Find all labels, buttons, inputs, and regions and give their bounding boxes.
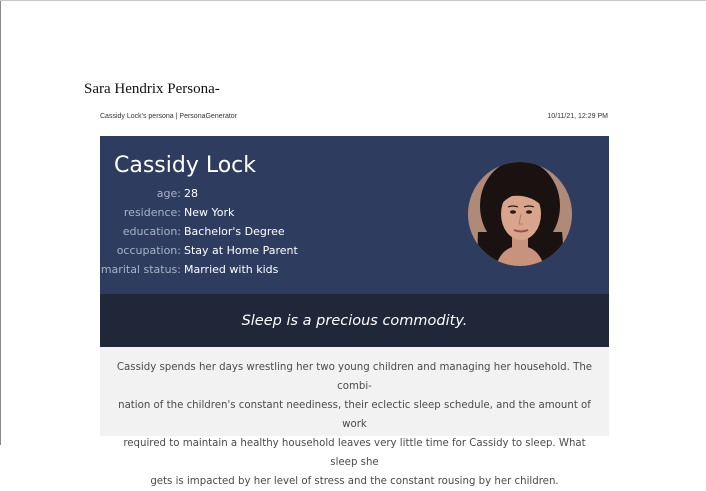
detail-row-residence: residence: New York — [100, 206, 440, 225]
bio-line: Cassidy spends her days wrestling her tw… — [116, 362, 593, 392]
persona-portrait-icon — [468, 162, 572, 266]
page-edge-left — [0, 0, 1, 445]
detail-row-marital-status: marital status: Married with kids — [100, 263, 440, 282]
persona-bio-box: Cassidy spends her days wrestling her tw… — [100, 347, 609, 487]
bio-line: nation of the children's constant needin… — [118, 400, 591, 430]
persona-tagline: Sleep is a precious commodity. — [241, 312, 468, 329]
detail-row-occupation: occupation: Stay at Home Parent — [100, 244, 440, 263]
tagline-banner: Sleep is a precious commodity. — [100, 294, 609, 347]
page-edge-top — [0, 0, 706, 1]
detail-value: New York — [184, 206, 235, 219]
detail-row-age: age: 28 — [100, 187, 440, 206]
print-header-timestamp: 10/11/21, 12:29 PM — [547, 113, 608, 120]
bio-line: required to maintain a healthy household… — [123, 438, 586, 468]
detail-row-education: education: Bachelor's Degree — [100, 225, 440, 244]
detail-label: occupation: — [116, 244, 181, 257]
print-header-source: Cassidy Lock's persona | PersonaGenerato… — [100, 113, 238, 120]
detail-label: residence: — [123, 206, 181, 219]
detail-value: Married with kids — [184, 263, 279, 276]
persona-avatar — [468, 162, 572, 266]
persona-header-card: Cassidy Lock age: 28 residence: New York… — [100, 136, 609, 294]
bio-line: gets is impacted by her level of stress … — [150, 476, 559, 487]
detail-label: education: — [122, 225, 181, 238]
detail-label: age: — [156, 187, 181, 200]
detail-label: marital status: — [100, 263, 181, 276]
detail-value: 28 — [184, 187, 198, 200]
persona-name: Cassidy Lock — [114, 153, 257, 178]
detail-value: Stay at Home Parent — [184, 244, 298, 257]
persona-bio: Cassidy spends her days wrestling her tw… — [110, 358, 599, 491]
detail-value: Bachelor's Degree — [184, 225, 285, 238]
document-title: Sara Hendrix Persona- — [84, 81, 220, 97]
